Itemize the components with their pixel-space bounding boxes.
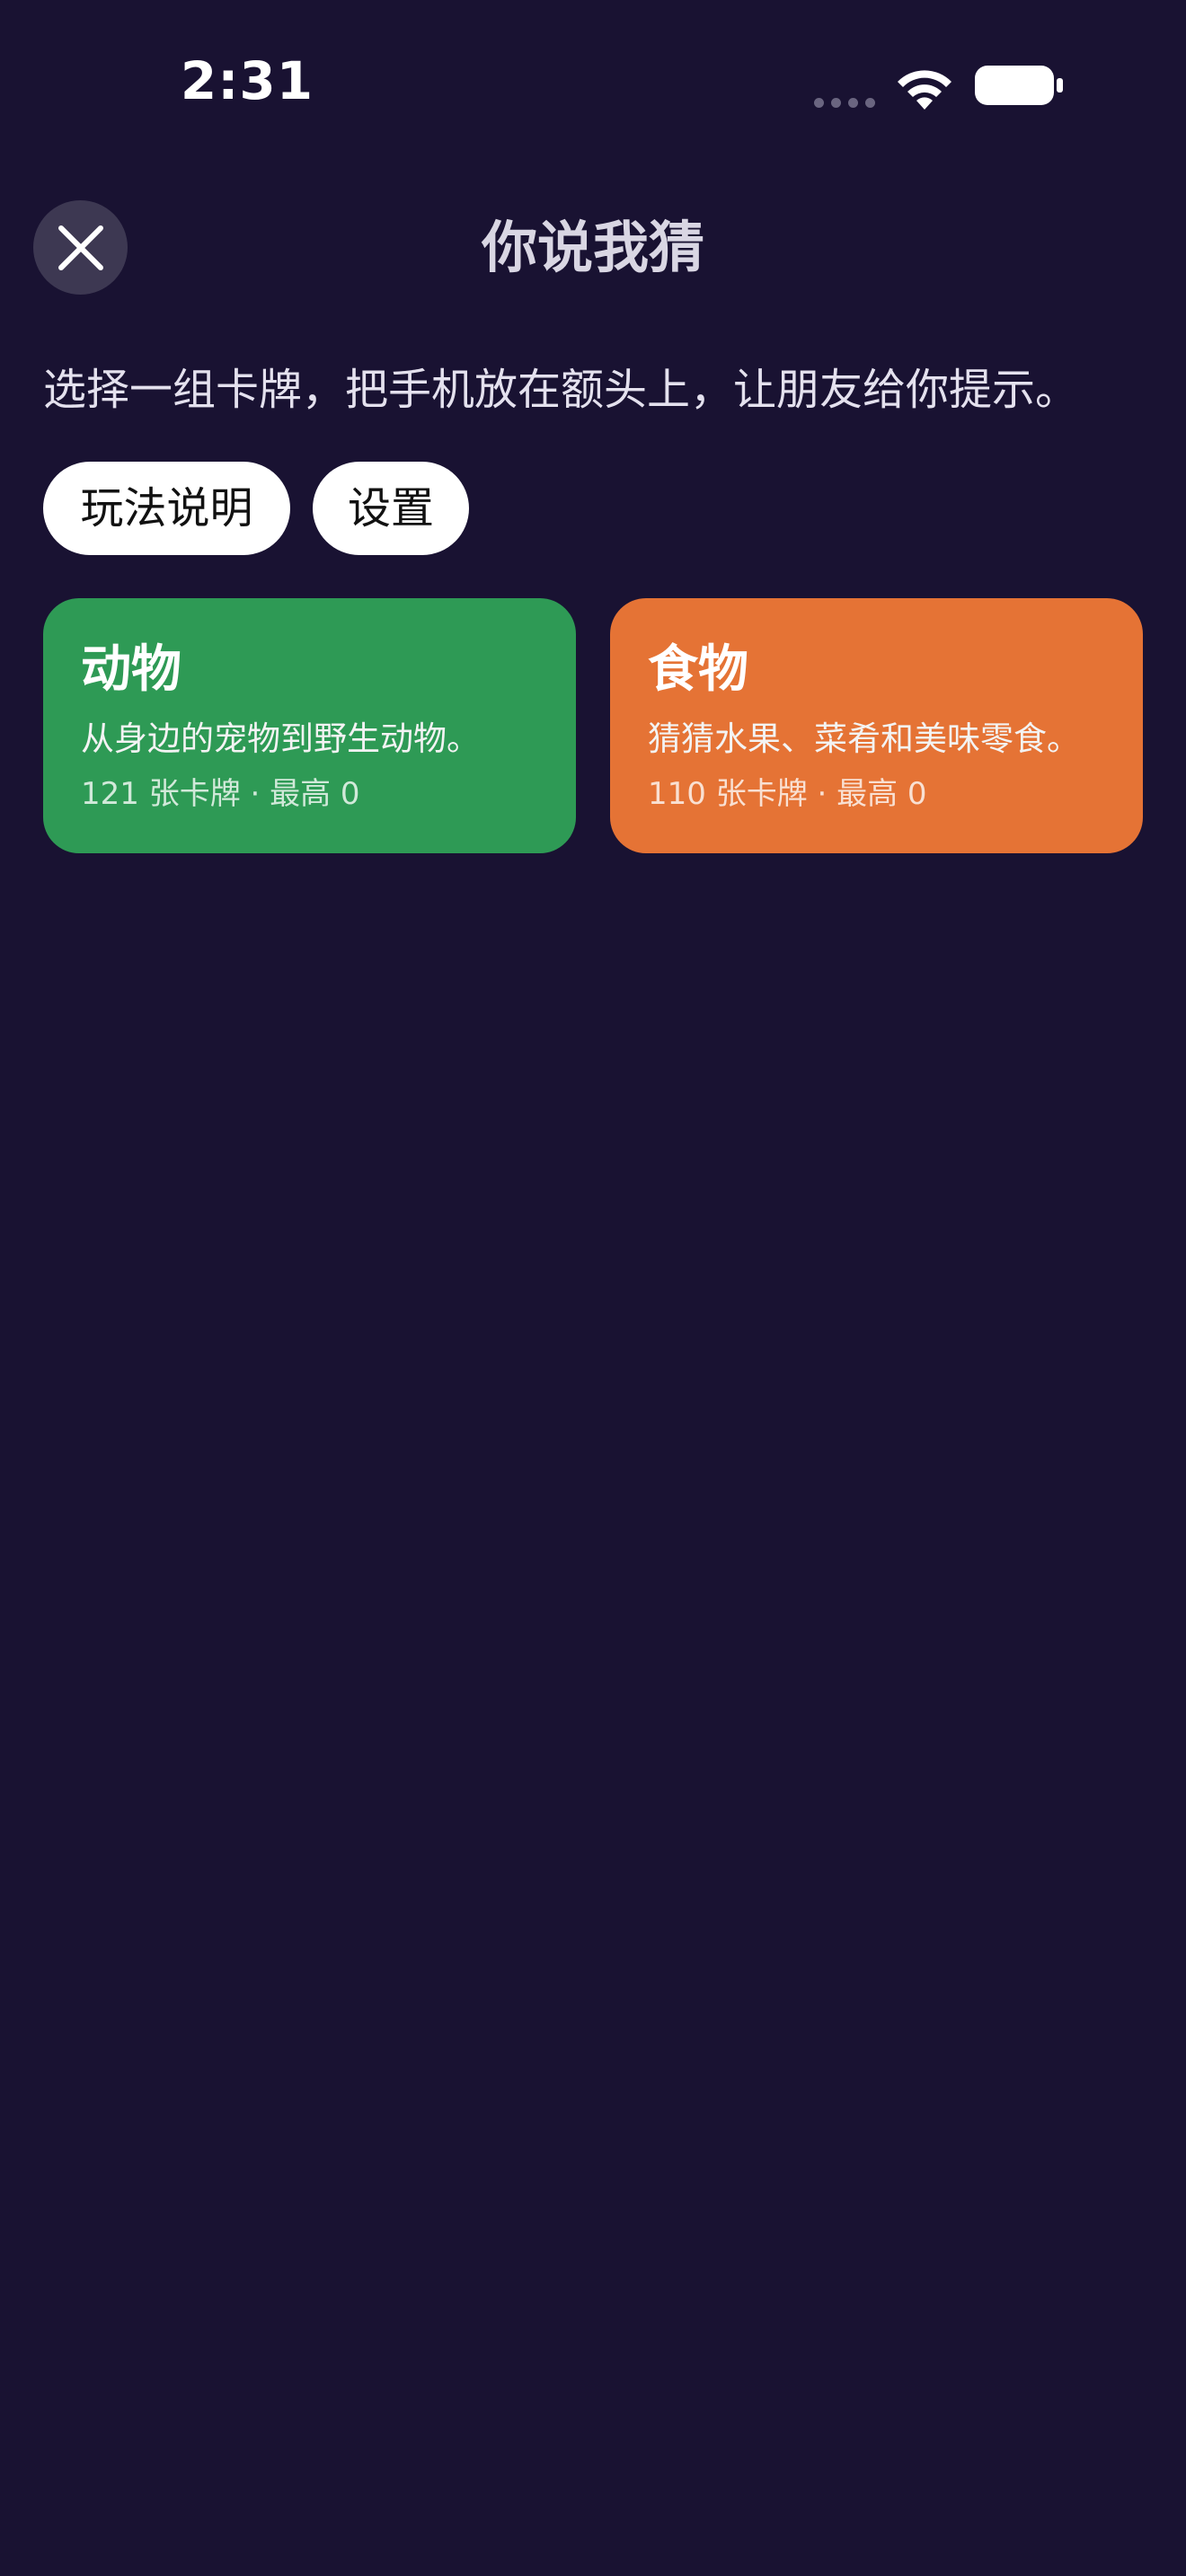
status-bar: 2:31 [0,0,1186,171]
deck-description: 从身边的宠物到野生动物。 [81,719,480,758]
page-title: 你说我猜 [481,215,704,280]
close-button[interactable] [33,200,128,295]
instructions-text: 选择一组卡牌，把手机放在额头上，让朋友给你提示。 [43,365,1079,415]
deck-meta: 110 张卡牌 · 最高 0 [648,776,927,812]
deck-title: 动物 [81,640,181,699]
how-to-play-button[interactable]: 玩法说明 [43,462,290,555]
deck-meta: 121 张卡牌 · 最高 0 [81,776,360,812]
battery-icon [975,66,1063,105]
signal-icon [814,95,875,110]
deck-title: 食物 [648,640,748,699]
close-icon [58,225,103,270]
deck-description: 猜猜水果、菜肴和美味零食。 [648,719,1080,758]
deck-card-animals[interactable]: 动物 从身边的宠物到野生动物。 121 张卡牌 · 最高 0 [43,598,576,853]
action-buttons: 玩法说明 设置 [43,462,469,555]
app-screen: 2:31 你说我猜 选择一组卡牌，把手机放在额头上，让朋友给你提示。 玩法说明 … [0,0,1186,2576]
settings-button[interactable]: 设置 [313,462,469,555]
deck-card-food[interactable]: 食物 猜猜水果、菜肴和美味零食。 110 张卡牌 · 最高 0 [610,598,1143,853]
status-time: 2:31 [180,50,314,111]
wifi-icon [898,70,951,110]
